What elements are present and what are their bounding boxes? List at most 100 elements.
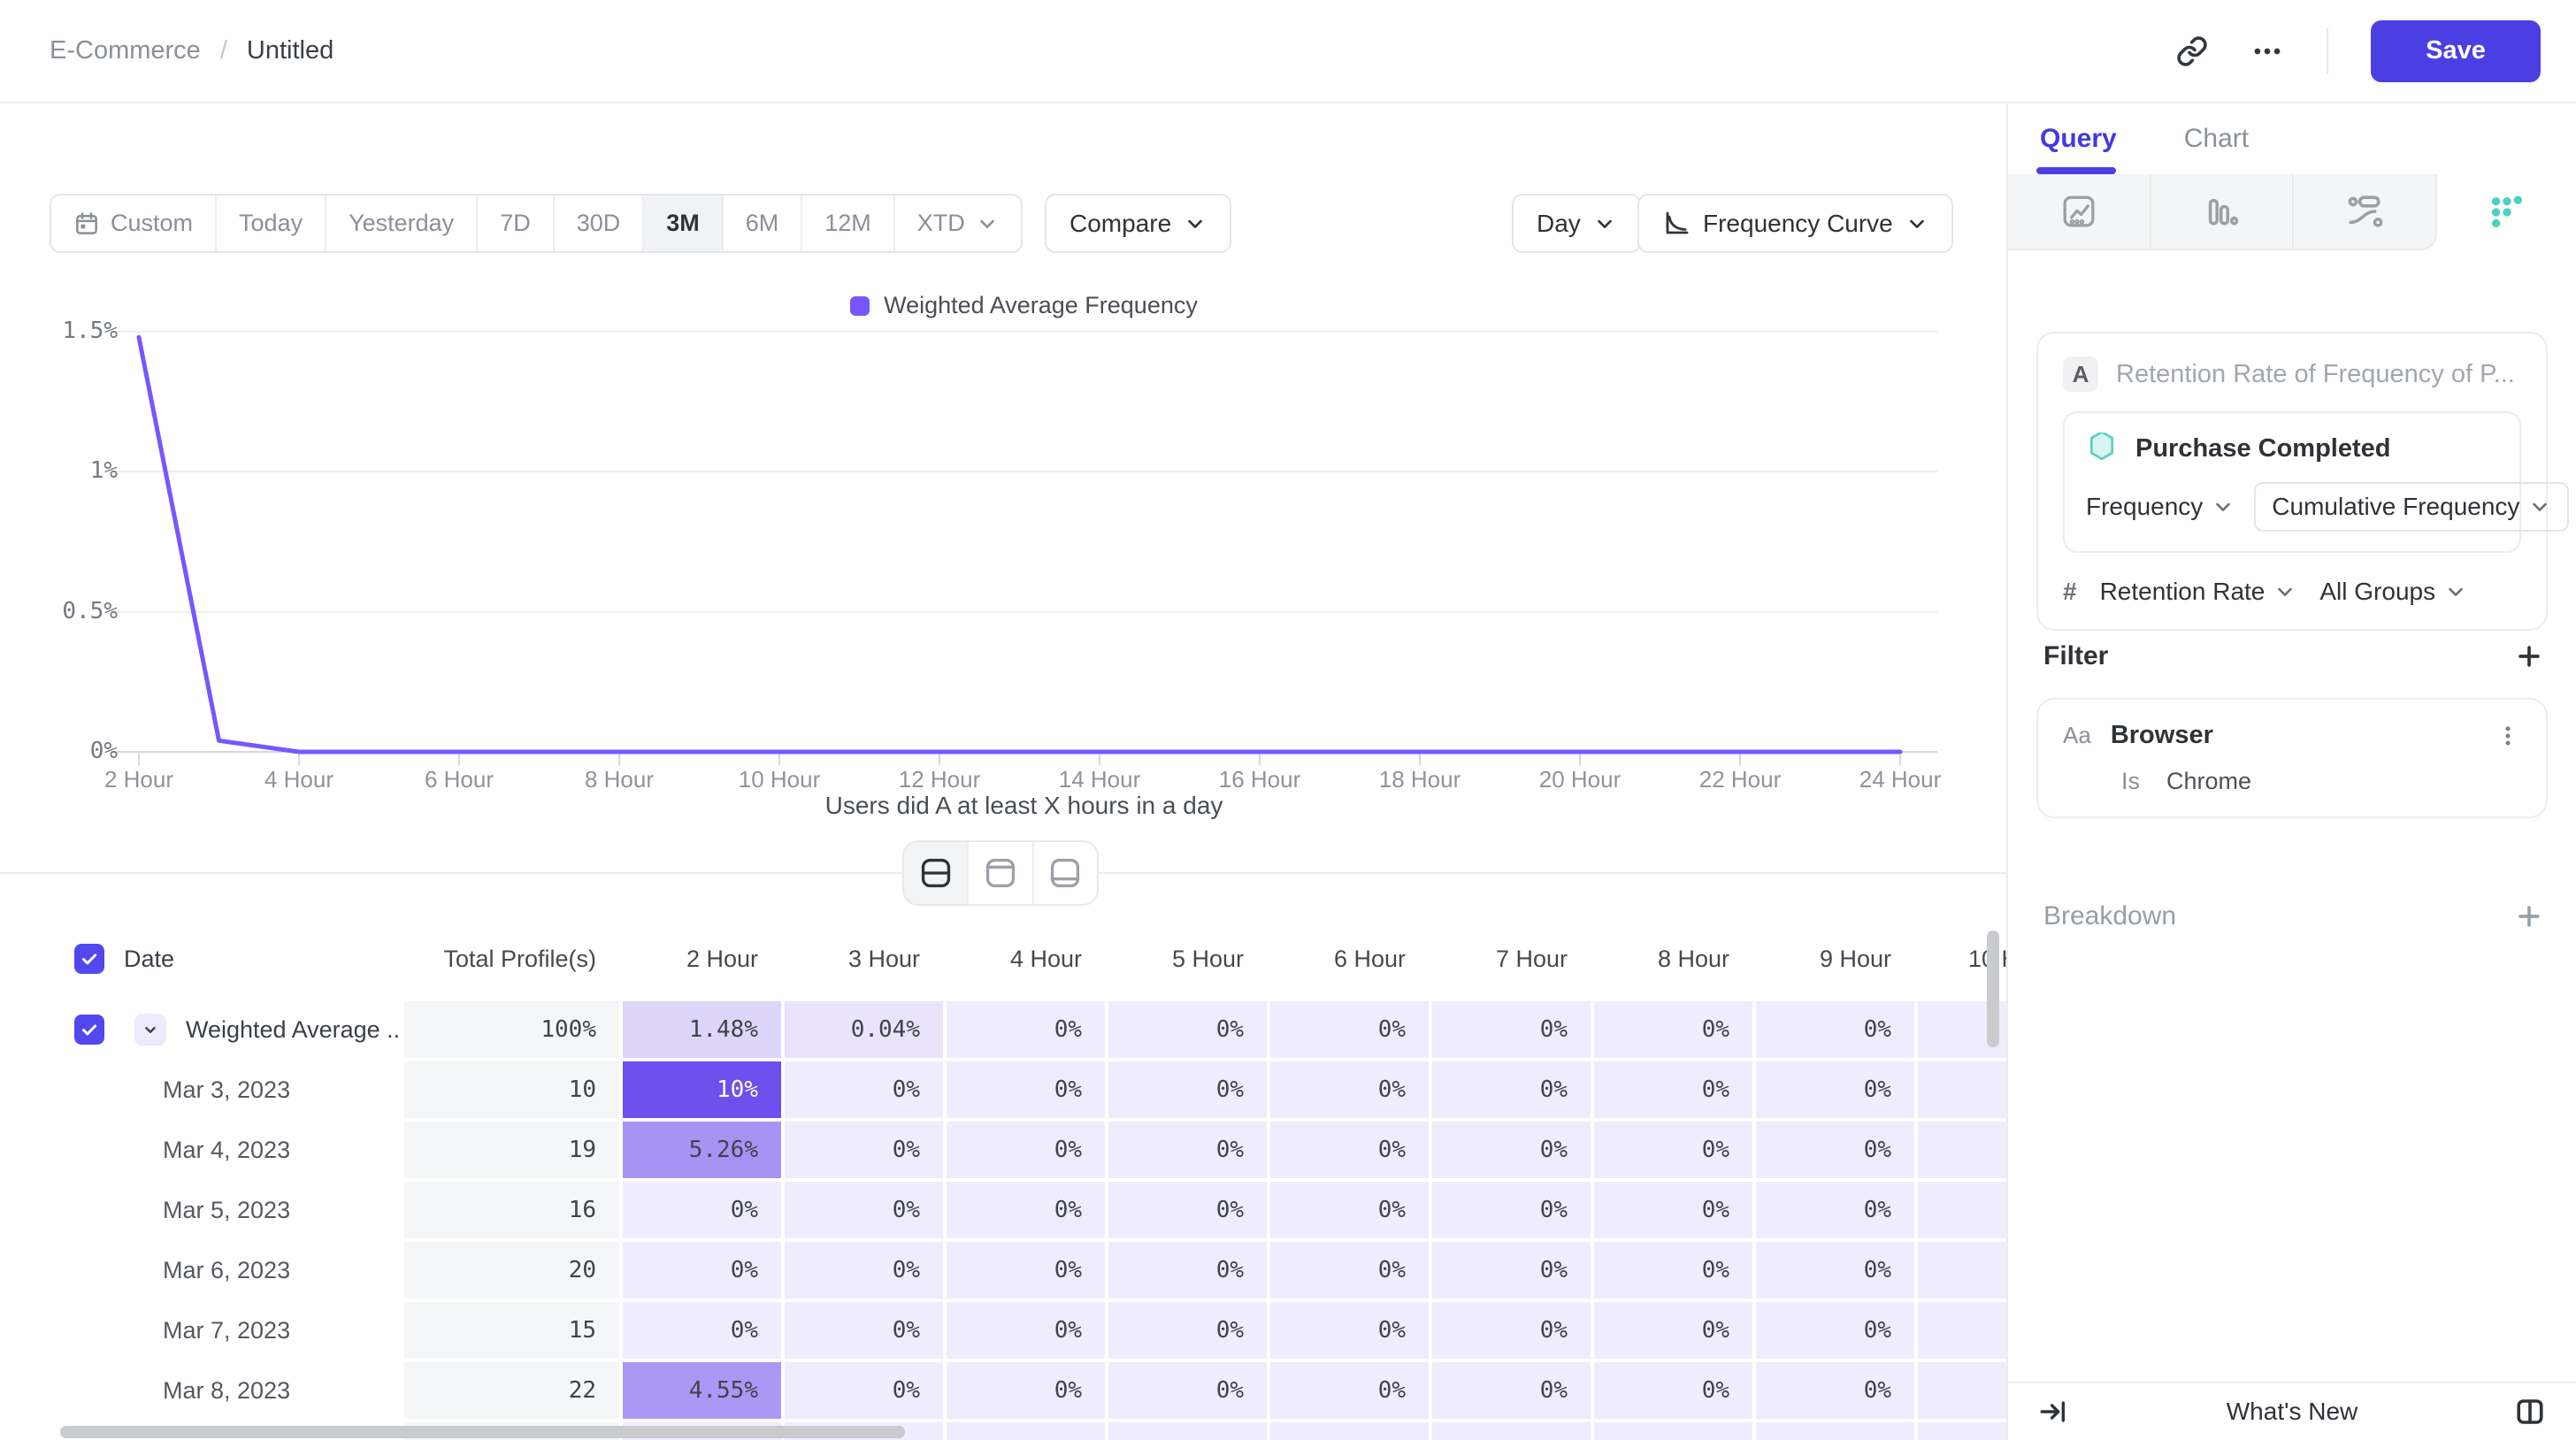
range-3m[interactable]: 3M bbox=[644, 195, 724, 251]
table-cell-value: 0% bbox=[1756, 1242, 1918, 1302]
tab-chart[interactable]: Chart bbox=[2184, 103, 2249, 174]
x-tick-label: 8 Hour bbox=[540, 766, 699, 793]
filter-section-header: Filter bbox=[2043, 641, 2544, 671]
x-tick-label: 10 Hour bbox=[700, 766, 859, 793]
range-7d[interactable]: 7D bbox=[478, 195, 555, 251]
granularity-button[interactable]: Day bbox=[1512, 194, 1641, 253]
range-yesterday[interactable]: Yesterday bbox=[326, 195, 478, 251]
table-cell-value: 0% bbox=[1432, 1302, 1594, 1362]
filter-value[interactable]: Chrome bbox=[2166, 768, 2251, 795]
filter-operator[interactable]: Is bbox=[2121, 768, 2140, 795]
chevron-down-icon bbox=[2212, 495, 2235, 518]
table-cell-value: 0% bbox=[785, 1122, 947, 1182]
table-cell-value: 0% bbox=[1108, 1242, 1270, 1302]
filter-property[interactable]: Browser bbox=[2111, 721, 2475, 750]
layout-chart-only-button[interactable] bbox=[969, 842, 1033, 904]
table-cell-total: 16 bbox=[404, 1182, 623, 1242]
table-cell-value bbox=[1270, 1422, 1432, 1440]
breadcrumb-page[interactable]: Untitled bbox=[247, 36, 334, 65]
whats-new-link[interactable]: What's New bbox=[2008, 1398, 2576, 1426]
x-tick-label: 2 Hour bbox=[59, 766, 218, 793]
tab-query[interactable]: Query bbox=[2040, 103, 2117, 174]
breadcrumb-project[interactable]: E-Commerce bbox=[50, 36, 201, 65]
table-header-5-hour: 5 Hour bbox=[1108, 920, 1270, 1001]
calendar-icon bbox=[73, 211, 100, 237]
table-cell-value: 0% bbox=[947, 1182, 1108, 1242]
chart-type-insights-button[interactable] bbox=[2008, 174, 2151, 250]
measure-dropdown[interactable]: Frequency bbox=[2086, 493, 2235, 521]
topbar-divider bbox=[2327, 28, 2328, 74]
retention-dots-icon bbox=[2488, 193, 2526, 232]
vertical-scrollbar[interactable] bbox=[1987, 931, 1999, 1047]
y-tick-label: 1% bbox=[25, 457, 118, 484]
layout-split-button[interactable] bbox=[904, 842, 969, 904]
checkbox[interactable] bbox=[74, 944, 104, 974]
range-xtd[interactable]: XTD bbox=[895, 195, 1021, 251]
measure-value-dropdown[interactable]: Cumulative Frequency bbox=[2254, 482, 2569, 532]
filter-property-row: Aa Browser bbox=[2063, 721, 2521, 750]
table-cell-value: 4.55% bbox=[623, 1362, 785, 1422]
filter-card[interactable]: Aa Browser Is Chrome bbox=[2036, 698, 2548, 818]
x-tick-mark bbox=[618, 753, 620, 765]
frequency-curve-icon bbox=[1662, 210, 1690, 238]
metric-dropdown[interactable]: Retention Rate bbox=[2100, 578, 2297, 606]
chart-view-button[interactable]: Frequency Curve bbox=[1637, 194, 1953, 253]
flows-icon bbox=[2345, 192, 2384, 231]
table-cell-value bbox=[1432, 1422, 1594, 1440]
table-header-9-hour: 9 Hour bbox=[1756, 920, 1918, 1001]
checkbox[interactable] bbox=[74, 1015, 104, 1045]
save-button[interactable]: Save bbox=[2371, 20, 2541, 82]
breadcrumb-separator: / bbox=[220, 36, 227, 65]
table-cell-value: 0% bbox=[1108, 1362, 1270, 1422]
table-header-4-hour: 4 Hour bbox=[947, 920, 1108, 1001]
x-tick-label: 16 Hour bbox=[1180, 766, 1339, 793]
chart-legend[interactable]: Weighted Average Frequency bbox=[111, 292, 1937, 319]
layout-top-icon bbox=[983, 855, 1018, 891]
range-6m[interactable]: 6M bbox=[724, 195, 803, 251]
table-cell-total: 15 bbox=[404, 1302, 623, 1362]
table-cell-value bbox=[1918, 1061, 2006, 1122]
table-cell-value: 0% bbox=[1594, 1061, 1756, 1122]
table-cell-value: 0% bbox=[1432, 1362, 1594, 1422]
range-custom[interactable]: Custom bbox=[51, 195, 217, 251]
table-row-label: Mar 8, 2023 bbox=[50, 1362, 404, 1422]
layout-table-only-button[interactable] bbox=[1034, 842, 1097, 904]
range-30d[interactable]: 30D bbox=[555, 195, 645, 251]
chart-type-flows-button[interactable] bbox=[2294, 174, 2437, 250]
gridline bbox=[111, 751, 1937, 753]
filter-menu-kebab[interactable] bbox=[2495, 723, 2521, 749]
groups-dropdown[interactable]: All Groups bbox=[2319, 578, 2467, 606]
table-header-6-hour: 6 Hour bbox=[1270, 920, 1432, 1001]
string-type-badge: Aa bbox=[2063, 722, 2091, 749]
side-panel-toggle-button[interactable] bbox=[2514, 1396, 2546, 1428]
x-tick-mark bbox=[458, 753, 460, 765]
more-options-button[interactable] bbox=[2250, 34, 2284, 68]
table-row-label: Mar 7, 2023 bbox=[50, 1302, 404, 1362]
collapse-panel-button[interactable] bbox=[2038, 1397, 2068, 1427]
table-cell-value: 0% bbox=[1108, 1302, 1270, 1362]
layout-bottom-icon bbox=[1047, 855, 1083, 891]
results-table: DateTotal Profile(s)2 Hour3 Hour4 Hour5 … bbox=[50, 920, 2006, 1440]
add-breakdown-button[interactable] bbox=[2514, 901, 2544, 931]
event-card[interactable]: Purchase Completed Frequency Cumulative … bbox=[2063, 411, 2521, 553]
chart-type-bar-button[interactable] bbox=[2151, 174, 2295, 250]
range-12m[interactable]: 12M bbox=[802, 195, 895, 251]
table-cell-value: 0% bbox=[1594, 1182, 1756, 1242]
copy-link-button[interactable] bbox=[2176, 35, 2208, 67]
series-header: A Retention Rate of Frequency of P... bbox=[2063, 356, 2521, 392]
compare-button[interactable]: Compare bbox=[1045, 194, 1231, 253]
range-today[interactable]: Today bbox=[217, 195, 326, 251]
series-title[interactable]: Retention Rate of Frequency of P... bbox=[2116, 360, 2515, 389]
add-filter-button[interactable] bbox=[2514, 641, 2544, 671]
table-cell-value: 0% bbox=[785, 1061, 947, 1122]
x-axis-title: Users did A at least X hours in a day bbox=[111, 792, 1937, 820]
horizontal-scrollbar[interactable] bbox=[60, 1426, 905, 1438]
legend-label: Weighted Average Frequency bbox=[884, 292, 1198, 319]
filter-condition-row: Is Chrome bbox=[2063, 768, 2521, 795]
table-cell-value: 0% bbox=[1108, 1122, 1270, 1182]
table-cell-value: 5.26% bbox=[623, 1122, 785, 1182]
table-cell-value bbox=[1756, 1422, 1918, 1440]
table-cell-value: 0% bbox=[1270, 1061, 1432, 1122]
row-expander-chevron[interactable] bbox=[134, 1014, 166, 1046]
chart-type-retention-button[interactable] bbox=[2437, 174, 2576, 250]
